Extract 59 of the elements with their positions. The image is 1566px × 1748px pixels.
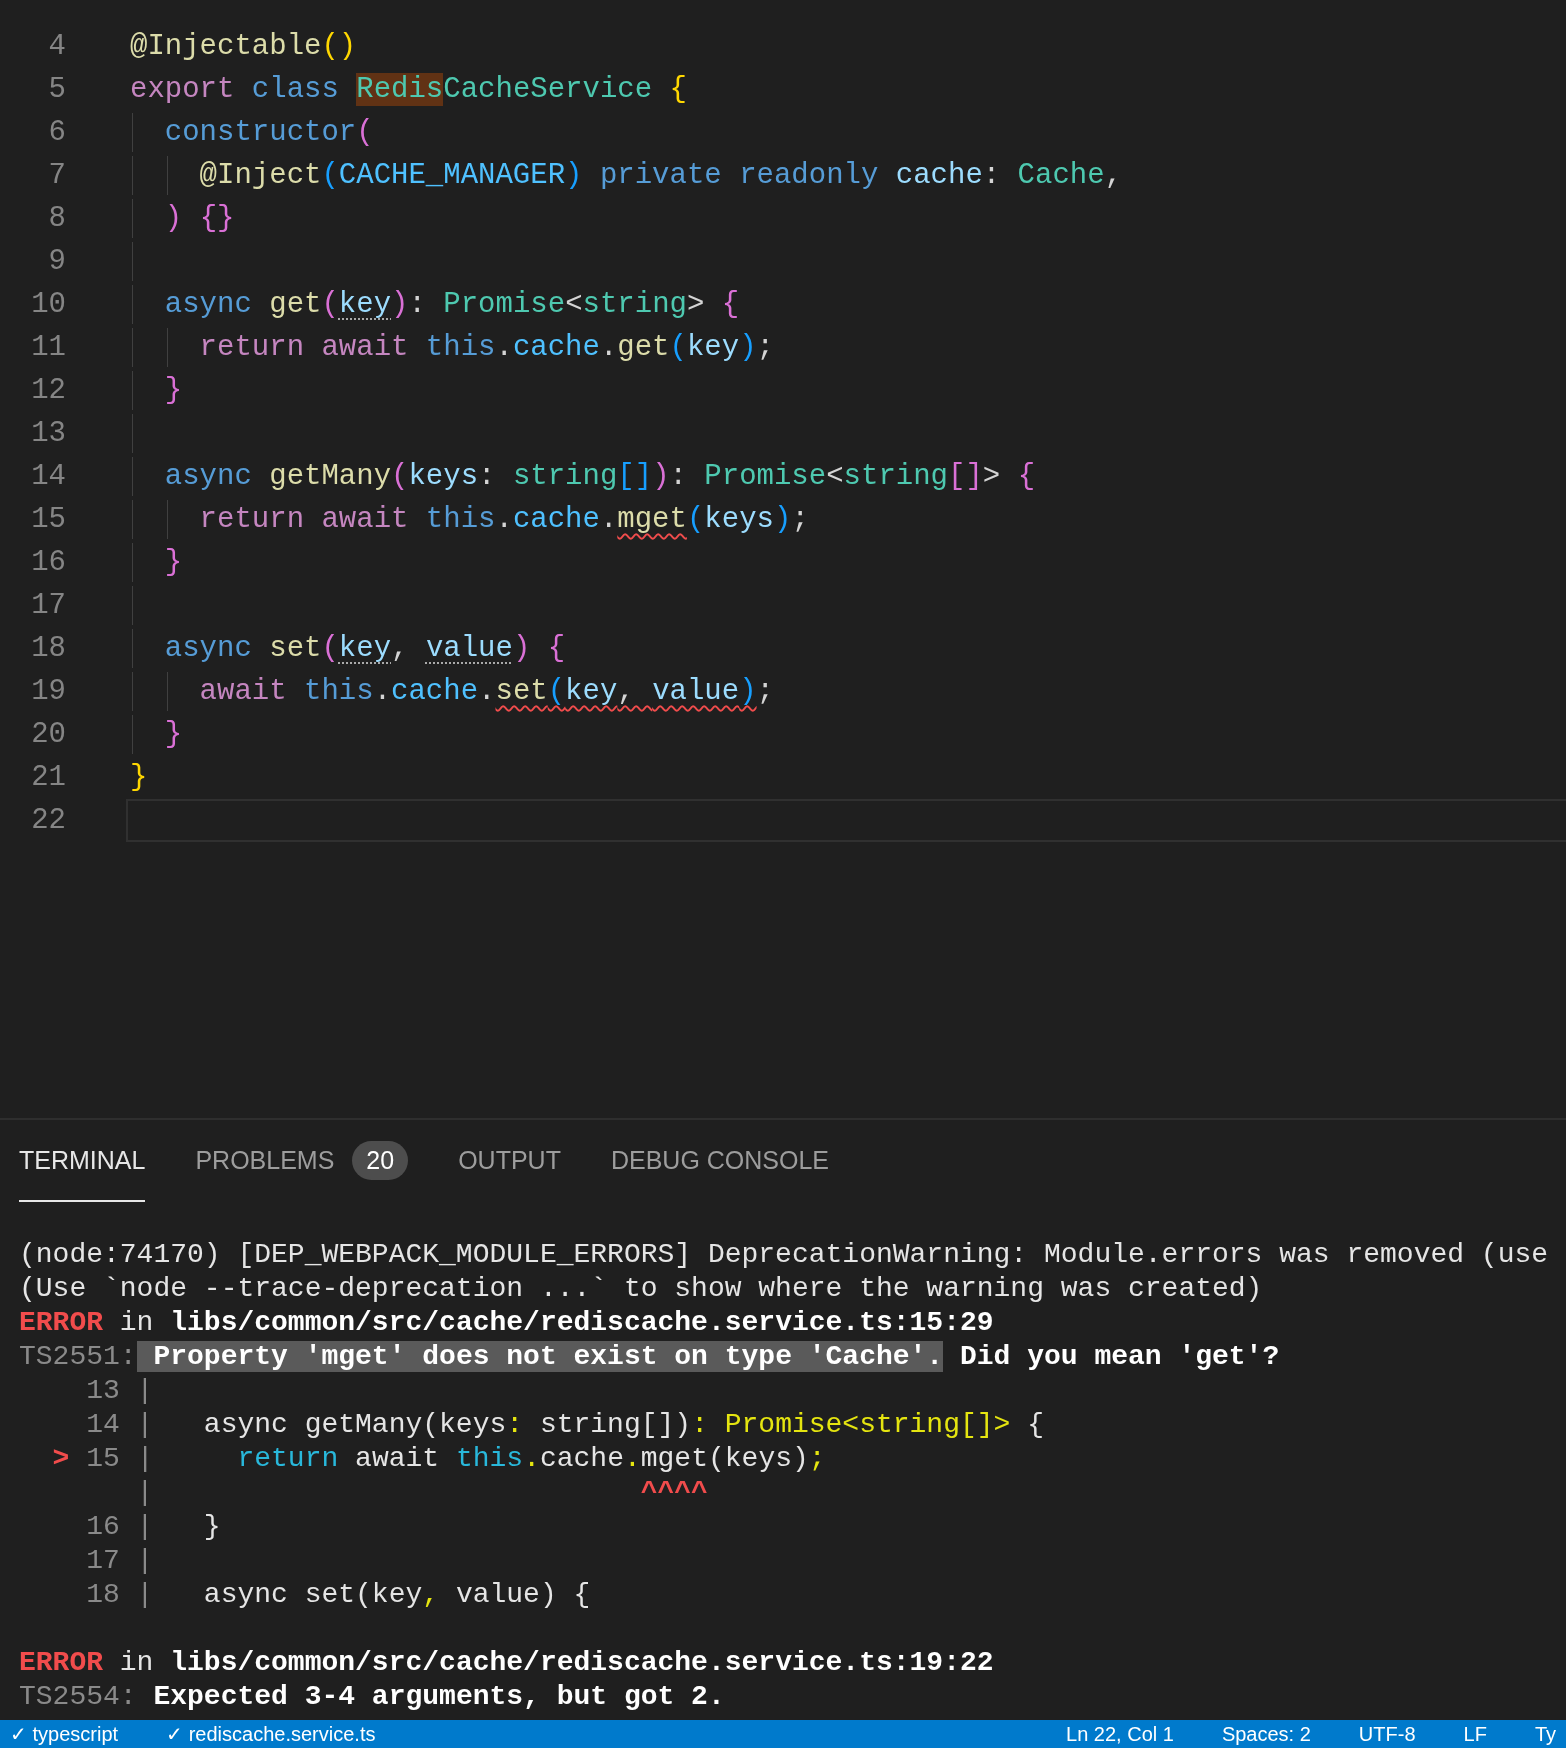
terminal-line: 14 | async getMany(keys: string[]): Promise<string[]> { [85, 1408, 1045, 1442]
line-number: 21 [30, 761, 66, 794]
count-badge: 20 [352, 1140, 409, 1180]
code-line: await this.cache.set(key, value); [198, 675, 774, 708]
terminal-line: 17 | [85, 1544, 155, 1578]
code-line: return await this.cache.mget(keys); [198, 503, 809, 536]
terminal-line: (node:74170) [DEP_WEBPACK_MODULE_ERRORS] DeprecationWarning: Module.errors was removed (use [19, 1238, 1550, 1272]
line-number: 15 [30, 503, 66, 536]
terminal-line: (Use `node --trace-deprecation ...` to show where the warning was created) [19, 1272, 1264, 1306]
code-line: } [130, 761, 148, 794]
terminal-line: TS2554: Expected 3-4 arguments, but got 2. [19, 1680, 726, 1714]
code-line: @Inject(CACHE_MANAGER) private readonly cache: Cache, [198, 159, 1123, 192]
panel-tab[interactable]: TERMINAL [19, 1120, 146, 1202]
line-number: 12 [30, 374, 66, 407]
line-number: 7 [47, 159, 66, 192]
line-number: 10 [30, 288, 66, 321]
line-number: 16 [30, 546, 66, 579]
terminal-line: 13 | [85, 1374, 155, 1408]
code-line: async get(key): Promise<string> { [163, 288, 740, 321]
terminal-line: ERROR in libs/common/src/cache/rediscache.service.ts:19:22 [19, 1646, 995, 1680]
status-item[interactable]: Ty [1530, 1722, 1560, 1746]
line-number: 9 [47, 245, 66, 278]
line-number: 6 [47, 116, 66, 149]
line-number: 22 [30, 804, 66, 837]
status-item[interactable]: ✓ typescript [6, 1722, 123, 1746]
line-number: 18 [30, 632, 66, 665]
line-number: 13 [30, 417, 66, 450]
code-line: } [163, 546, 183, 579]
line-number: 8 [47, 202, 66, 235]
line-number: 17 [30, 589, 66, 622]
terminal-line: 18 | async set(key, value) { [85, 1578, 592, 1612]
code-line: async getMany(keys: string[]): Promise<string[]> { [163, 460, 1036, 493]
status-item[interactable]: LF [1459, 1722, 1491, 1746]
terminal-line: > 15 | return await this.cache.mget(keys); [51, 1442, 827, 1476]
panel-tab[interactable]: PROBLEMS 20 [195, 1120, 409, 1202]
panel-tab[interactable]: DEBUG CONSOLE [610, 1120, 830, 1202]
line-number: 5 [47, 73, 66, 106]
code-line: } [163, 374, 183, 407]
status-item[interactable]: UTF-8 [1354, 1722, 1420, 1746]
line-number: 11 [30, 331, 66, 364]
code-line: return await this.cache.get(key); [198, 331, 774, 364]
code-line: } [163, 718, 183, 751]
terminal-line: ERROR in libs/common/src/cache/rediscache.service.ts:15:29 [19, 1306, 995, 1340]
panel-tab[interactable]: OUTPUT [458, 1120, 561, 1202]
terminal-line: 16 | } [85, 1510, 222, 1544]
line-number: 19 [30, 675, 66, 708]
status-item[interactable]: Ln 22, Col 1 [1062, 1722, 1178, 1746]
status-item[interactable]: ✓ rediscache.service.ts [162, 1722, 380, 1746]
status-item[interactable]: Spaces: 2 [1217, 1722, 1315, 1746]
code-line: @Injectable() [130, 30, 357, 63]
line-number: 20 [30, 718, 66, 751]
code-line: ) {} [163, 202, 235, 235]
line-number: 14 [30, 460, 66, 493]
code-line: export class RedisCacheService { [130, 73, 687, 106]
terminal-line: | ^^^^ [135, 1476, 709, 1510]
code-line: async set(key, value) { [163, 632, 566, 665]
terminal-line: TS2551: Property 'mget' does not exist on type 'Cache'. Did you mean 'get'? [19, 1340, 1281, 1374]
line-number: 4 [47, 30, 66, 63]
code-line: constructor( [163, 116, 374, 149]
